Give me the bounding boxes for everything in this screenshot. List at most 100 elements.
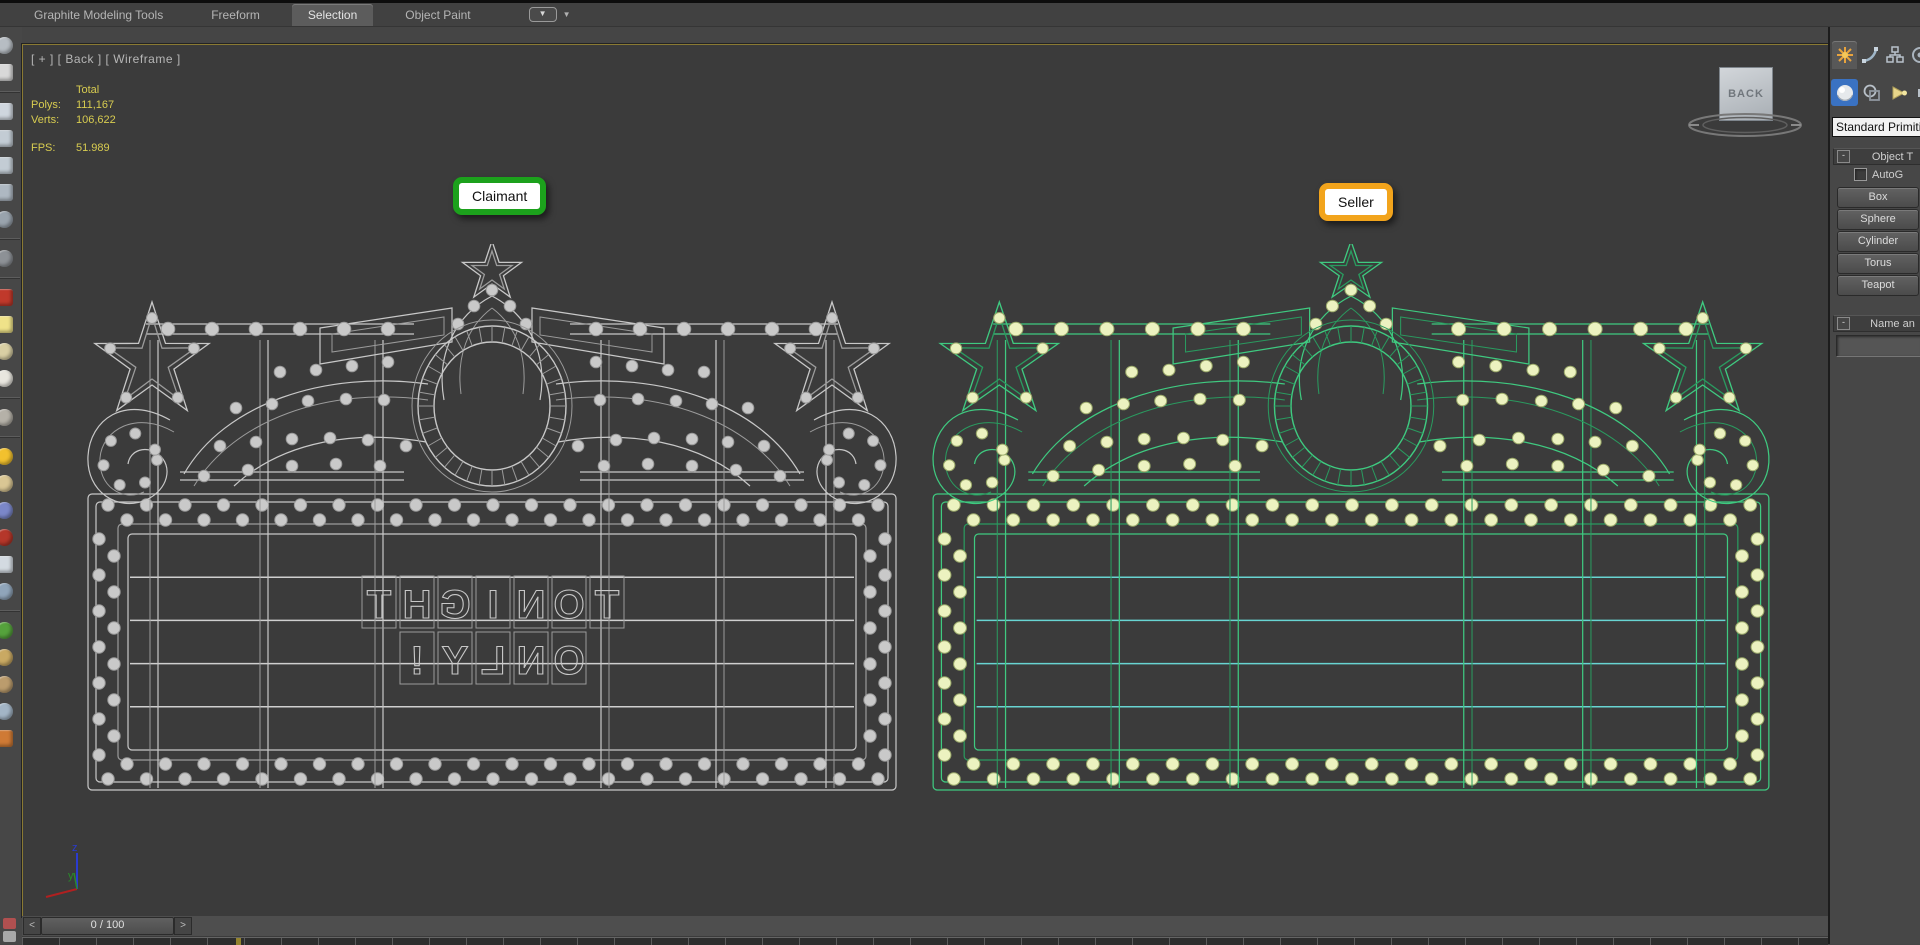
svg-text:Y: Y — [441, 639, 468, 683]
claimant-marquee-wireframe[interactable]: TONIGHTONLY! — [84, 244, 900, 796]
teapot-button[interactable]: Teapot — [1837, 275, 1919, 296]
stats-verts-value: 106,622 — [76, 113, 116, 128]
svg-text:T: T — [595, 583, 619, 627]
create-star-icon — [1836, 46, 1854, 64]
hierarchy-tab[interactable] — [1882, 41, 1907, 69]
sphere-white-icon[interactable] — [0, 370, 13, 387]
svg-text:O: O — [553, 583, 584, 627]
svg-text:I: I — [487, 583, 498, 627]
hierarchy-tree-icon — [1886, 46, 1904, 64]
grass-icon[interactable] — [0, 622, 13, 639]
command-panel-tabs — [1832, 41, 1920, 69]
time-slider-row: < 0 / 100 > — [22, 916, 1828, 937]
corner-circle-icon[interactable] — [3, 931, 16, 942]
rock-blue-icon[interactable] — [0, 583, 13, 600]
ribbon-tab-graphite-modeling-tools[interactable]: Graphite Modeling Tools — [18, 4, 179, 26]
svg-text:!: ! — [410, 639, 423, 683]
toolbar-separator — [0, 436, 20, 438]
collapse-icon[interactable]: - — [1837, 317, 1850, 330]
modify-tab[interactable] — [1857, 41, 1882, 69]
rope-coil-icon[interactable] — [0, 676, 13, 693]
ribbon-tab-freeform[interactable]: Freeform — [195, 4, 276, 26]
sun-icon[interactable] — [0, 448, 13, 465]
viewcube[interactable]: BACK — [1685, 61, 1805, 147]
graph-red-icon[interactable] — [0, 289, 13, 306]
geometry-sphere-icon — [1835, 83, 1855, 103]
sphere-button[interactable]: Sphere — [1837, 209, 1919, 230]
svg-text:L: L — [481, 639, 505, 683]
shapes-category-button[interactable] — [1858, 79, 1885, 106]
stats-total-label: Total — [76, 83, 99, 98]
svg-text:T: T — [367, 583, 391, 627]
name-and-color-rollout-header[interactable]: - Name an — [1833, 315, 1920, 332]
object-type-rollout-header[interactable]: - Object T — [1833, 148, 1920, 165]
box-button[interactable]: Box — [1837, 187, 1919, 208]
grapes-icon[interactable] — [0, 502, 13, 519]
sphere-red-icon[interactable] — [0, 529, 13, 546]
toolbar-separator — [0, 238, 20, 240]
previous-frame-button[interactable]: < — [23, 917, 41, 935]
lights-category-button[interactable] — [1885, 79, 1912, 106]
calculator-icon[interactable] — [0, 130, 13, 147]
claimant-object-label[interactable]: Claimant — [453, 177, 546, 215]
viewport-label[interactable]: [ + ] [ Back ] [ Wireframe ] — [31, 52, 181, 66]
stats-polys-label: Polys: — [31, 98, 76, 113]
corner-tool-icon[interactable] — [3, 918, 16, 929]
sphere-steel-icon[interactable] — [0, 703, 13, 720]
collapse-icon[interactable]: - — [1837, 150, 1850, 163]
texture-small-icon[interactable] — [0, 730, 13, 747]
svg-text:O: O — [553, 639, 584, 683]
autogrid-checkbox[interactable] — [1854, 168, 1867, 181]
teapot-icon[interactable] — [0, 37, 13, 54]
cylinder-button[interactable]: Cylinder — [1837, 231, 1919, 252]
torus-button[interactable]: Torus — [1837, 253, 1919, 274]
command-panel-categories — [1831, 79, 1920, 106]
toolbar-separator — [0, 91, 20, 93]
sphere-tan-icon[interactable] — [0, 475, 13, 492]
pin-icon[interactable] — [0, 64, 13, 81]
left-toolbar — [0, 27, 22, 944]
geometry-category-button[interactable] — [1831, 79, 1858, 106]
next-frame-button[interactable]: > — [174, 917, 192, 935]
motion-tab[interactable] — [1907, 41, 1920, 69]
ribbon-tab-bar: Graphite Modeling Tools Freeform Selecti… — [0, 3, 1920, 27]
timeline-bar: < 0 / 100 > — [22, 916, 1828, 944]
svg-text:N: N — [517, 639, 546, 683]
time-slider[interactable]: 0 / 100 — [41, 917, 174, 935]
sticky-note-icon[interactable] — [0, 316, 13, 333]
seller-object-label[interactable]: Seller — [1319, 183, 1393, 221]
toolbar-separator — [0, 610, 20, 612]
camera-icon — [1916, 83, 1920, 103]
spreadsheet-icon[interactable] — [0, 157, 13, 174]
svg-text:N: N — [517, 583, 546, 627]
create-tab[interactable] — [1832, 41, 1857, 69]
gem-icon[interactable] — [0, 556, 13, 573]
ribbon-tab-object-paint[interactable]: Object Paint — [389, 4, 486, 26]
motion-wheel-icon — [1911, 46, 1920, 64]
teapot-gray-icon[interactable] — [0, 409, 13, 426]
monitor-icon[interactable] — [0, 103, 13, 120]
primitive-category-dropdown[interactable]: Standard Primitiv — [1832, 117, 1920, 137]
modify-curve-icon — [1861, 46, 1879, 64]
cameras-category-button[interactable] — [1912, 79, 1920, 106]
axis-y-label: y — [68, 870, 74, 882]
minimize-ribbon-button[interactable]: ▼ — [529, 7, 557, 22]
ribbon-tab-selection[interactable]: Selection — [292, 4, 373, 26]
viewport-back-wireframe[interactable]: [ + ] [ Back ] [ Wireframe ] Total Polys… — [22, 44, 1829, 917]
object-name-field[interactable] — [1836, 335, 1920, 357]
stats-verts-label: Verts: — [31, 113, 76, 128]
ribbon-options-arrow-icon[interactable]: ▼ — [563, 10, 571, 19]
speaker-icon[interactable] — [0, 211, 13, 228]
viewport-statistics: Total Polys:111,167 Verts:106,622 FPS:51… — [31, 83, 116, 156]
shapes-icon — [1862, 83, 1882, 103]
keyboard-icon[interactable] — [0, 184, 13, 201]
seller-marquee-wireframe[interactable] — [929, 244, 1773, 796]
toolbar-separator — [0, 277, 20, 279]
hair-icon[interactable] — [0, 649, 13, 666]
sphere-gray-icon[interactable] — [0, 250, 13, 267]
clay-blob-icon[interactable] — [0, 343, 13, 360]
svg-text:H: H — [403, 583, 432, 627]
spotlight-icon — [1889, 83, 1909, 103]
axis-z-label: z — [72, 842, 78, 854]
toolbar-separator — [0, 397, 20, 399]
